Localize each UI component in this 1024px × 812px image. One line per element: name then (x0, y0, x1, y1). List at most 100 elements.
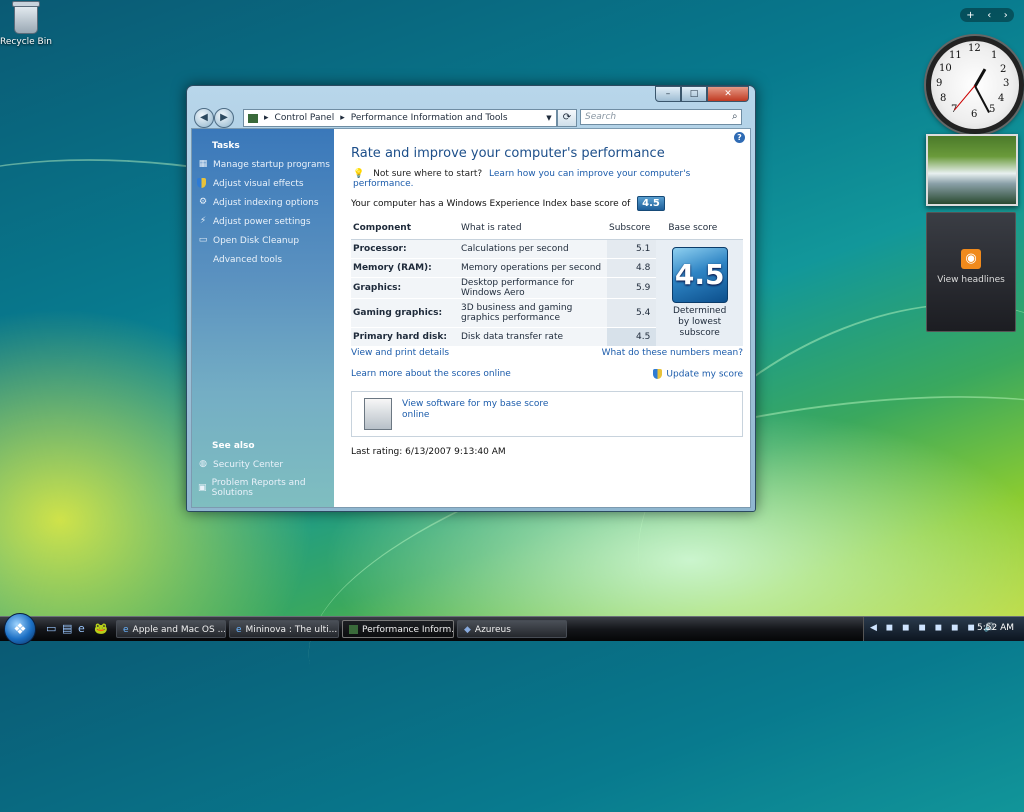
taskbar-button-label: Performance Inform... (362, 625, 454, 635)
task-label: Advanced tools (213, 254, 283, 265)
desktop-icon-recycle-bin[interactable]: Recycle Bin (0, 1, 56, 47)
refresh-button[interactable]: ⟳ (557, 109, 577, 127)
windows-start-icon: ❖ (13, 620, 27, 638)
taskbar-button-azureus[interactable]: ◆ Azureus (457, 620, 567, 638)
search-input[interactable] (580, 109, 742, 125)
row-component: Memory (RAM): (351, 258, 459, 278)
row-subscore: 4.5 (607, 327, 657, 347)
see-also-problem-reports[interactable]: ▣ Problem Reports and Solutions (192, 474, 334, 502)
breadcrumb-performance[interactable]: Performance Information and Tools (351, 113, 508, 123)
back-button[interactable]: ◀ (194, 108, 214, 128)
last-rating-text: Last rating: 6/13/2007 9:13:40 AM (351, 447, 506, 457)
update-my-score-link[interactable]: Update my score (653, 369, 743, 380)
row-component: Graphics: (351, 277, 459, 299)
internet-explorer-icon: e (236, 625, 242, 635)
base-score-line: Your computer has a Windows Experience I… (351, 196, 665, 211)
internet-explorer-icon[interactable]: e (78, 622, 85, 635)
table-header-row: Component What is rated Subscore Base sc… (351, 219, 743, 240)
task-label: Security Center (213, 459, 284, 470)
rss-icon: ◉ (961, 249, 981, 269)
row-what-is-rated: Memory operations per second (459, 258, 607, 278)
view-software-link[interactable]: View software for my base score online (402, 399, 552, 421)
base-score-badge: 4.5 (637, 196, 665, 211)
learn-scores-online-link[interactable]: Learn more about the scores online (351, 369, 511, 379)
task-disk-cleanup[interactable]: ▭ Open Disk Cleanup (192, 231, 334, 250)
task-adjust-indexing[interactable]: ⚙ Adjust indexing options (192, 193, 334, 212)
performance-window: – □ ✕ ◀ ▶ ▸ Control Panel ▸ Performance … (186, 85, 756, 512)
task-label: Adjust visual effects (213, 178, 304, 189)
software-box-icon (364, 398, 392, 430)
power-icon: ⚡ (199, 216, 207, 226)
row-what-is-rated: Disk data transfer rate (459, 327, 607, 347)
software-box: View software for my base score online (351, 391, 743, 437)
minimize-button[interactable]: – (655, 86, 681, 102)
online-links-row: Learn more about the scores online Updat… (351, 369, 743, 380)
task-adjust-visual-effects[interactable]: Adjust visual effects (192, 174, 334, 193)
previous-gadgets-button[interactable]: ‹ (987, 10, 991, 21)
taskbar-button-label: Mininova : The ulti... (245, 625, 338, 635)
taskbar-button-mininova[interactable]: e Mininova : The ulti... (229, 620, 339, 638)
taskbar-button-apple[interactable]: e Apple and Mac OS ... (116, 620, 226, 638)
startup-icon: ▦ (198, 159, 208, 169)
control-panel-icon (349, 625, 358, 634)
taskbar-button-label: Apple and Mac OS ... (132, 625, 226, 635)
clock-number: 5 (989, 104, 996, 115)
task-label: Adjust indexing options (213, 197, 319, 208)
view-print-details-link[interactable]: View and print details (351, 348, 449, 358)
control-panel-icon (248, 113, 258, 123)
row-component: Primary hard disk: (351, 327, 459, 347)
slideshow-gadget[interactable] (926, 134, 1018, 206)
column-header-subscore: Subscore (607, 219, 657, 240)
breadcrumb-control-panel[interactable]: Control Panel (275, 113, 335, 123)
taskbar: ❖ ▭ ▤ e 🐸 e Apple and Mac OS ... e Mininov… (0, 613, 1024, 645)
view-headlines-label: View headlines (937, 275, 1005, 285)
add-gadget-button[interactable]: + (966, 10, 974, 21)
task-adjust-power[interactable]: ⚡ Adjust power settings (192, 212, 334, 231)
taskbar-button-performance[interactable]: Performance Inform... (342, 620, 454, 638)
row-subscore: 5.1 (607, 239, 657, 259)
tray-clock[interactable]: 5:52 AM (977, 623, 1014, 633)
azureus-icon: ◆ (464, 625, 471, 635)
address-dropdown-icon[interactable]: ▼ (542, 114, 556, 122)
row-what-is-rated: 3D business and gaming graphics performa… (459, 298, 607, 328)
clock-number: 1 (991, 50, 998, 61)
next-gadgets-button[interactable]: › (1004, 10, 1008, 21)
task-advanced-tools[interactable]: Advanced tools (192, 250, 334, 269)
task-label: Problem Reports and Solutions (211, 478, 306, 498)
window-body: Tasks ▦ Manage startup programs Adjust v… (191, 128, 751, 508)
row-component: Processor: (351, 239, 459, 259)
what-numbers-mean-link[interactable]: What do these numbers mean? (602, 348, 743, 358)
clock-number: 8 (940, 93, 947, 104)
forward-button[interactable]: ▶ (214, 108, 234, 128)
help-icon[interactable]: ? (734, 132, 745, 143)
clock-gadget[interactable]: 12 1 2 3 4 5 6 7 8 9 10 11 (926, 36, 1024, 134)
clock-second-hand (954, 85, 976, 111)
shield-icon (653, 369, 663, 379)
maximize-button[interactable]: □ (681, 86, 707, 102)
update-score-label: Update my score (666, 369, 743, 380)
determined-by-text: Determined by lowest subscore (673, 306, 727, 338)
switch-windows-icon[interactable]: ▤ (62, 622, 72, 635)
task-label: Open Disk Cleanup (213, 235, 300, 246)
table-row: Processor: Calculations per second 5.1 4… (351, 239, 743, 347)
azureus-icon[interactable]: 🐸 (94, 622, 108, 635)
taskbar-button-label: Azureus (474, 625, 511, 635)
feed-headlines-gadget[interactable]: ◉ View headlines (926, 212, 1016, 332)
see-also-security-center[interactable]: ◍ Security Center (192, 455, 334, 474)
column-header-base-score: Base score (656, 219, 743, 240)
breadcrumb-separator: ▸ (340, 113, 345, 123)
row-what-is-rated: Calculations per second (459, 239, 607, 259)
not-sure-text: Not sure where to start? (373, 169, 483, 179)
close-button[interactable]: ✕ (707, 86, 749, 102)
column-header-component: Component (351, 219, 459, 240)
search-icon[interactable]: ⌕ (732, 111, 738, 122)
address-bar[interactable]: ▸ Control Panel ▸ Performance Informatio… (243, 109, 557, 127)
task-manage-startup[interactable]: ▦ Manage startup programs (192, 155, 334, 174)
clock-number: 4 (998, 93, 1005, 104)
clock-number: 2 (1000, 64, 1007, 75)
show-desktop-icon[interactable]: ▭ (46, 622, 56, 635)
clock-number: 12 (968, 43, 981, 54)
start-button[interactable]: ❖ (4, 613, 36, 645)
scores-table: Component What is rated Subscore Base sc… (351, 219, 743, 347)
task-label: Manage startup programs (213, 159, 330, 170)
